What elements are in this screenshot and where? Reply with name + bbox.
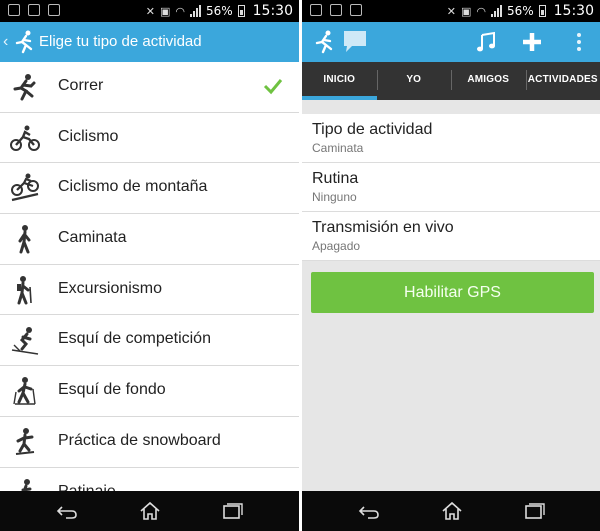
home-nav-icon[interactable] <box>139 501 161 521</box>
setting-value: Caminata <box>312 141 364 155</box>
activity-item-ciclismo[interactable]: Ciclismo <box>0 113 299 164</box>
notification-app-icon <box>8 4 20 16</box>
activity-label: Esquí de fondo <box>58 381 166 399</box>
setting-title: Tipo de actividad <box>312 121 433 138</box>
activity-label: Patinaje <box>58 482 116 492</box>
activity-list: Correr Ciclismo Ciclismo de montaña Cami… <box>0 62 299 491</box>
recents-nav-icon[interactable] <box>524 501 546 521</box>
setting-value: Apagado <box>312 239 361 253</box>
downhill-ski-icon <box>11 327 39 356</box>
check-icon <box>263 79 283 95</box>
home-nav-icon[interactable] <box>441 501 463 521</box>
activity-label: Correr <box>58 77 104 94</box>
tab-amigos[interactable]: AMIGOS <box>451 62 526 100</box>
bluetooth-icon: ✕ <box>446 4 456 18</box>
runner-logo-icon[interactable] <box>314 30 336 54</box>
activity-label: Esquí de competición <box>58 330 211 348</box>
battery-icon <box>237 5 245 17</box>
cross-country-ski-icon <box>13 377 36 405</box>
home-content: Tipo de actividad Caminata Rutina Ningun… <box>302 100 600 491</box>
hiker-icon <box>17 275 32 305</box>
runner-icon <box>13 74 36 101</box>
back-nav-icon[interactable] <box>56 501 78 521</box>
wifi-icon: ◠ <box>175 4 185 18</box>
bluetooth-icon: ✕ <box>145 4 155 18</box>
mountain-bike-icon <box>11 173 39 202</box>
activity-item-practica-de-snowboard[interactable]: Práctica de snowboard <box>0 417 299 468</box>
recents-nav-icon[interactable] <box>222 501 244 521</box>
tab-bar: INICIO YO AMIGOS ACTIVIDADES <box>302 62 600 100</box>
runner-logo-icon[interactable] <box>14 30 36 54</box>
android-nav-bar <box>0 491 299 531</box>
notification-icons <box>310 4 362 16</box>
activity-item-esqui-de-competicion[interactable]: Esquí de competición <box>0 315 299 367</box>
activity-item-caminata[interactable]: Caminata <box>0 214 299 265</box>
activity-item-ciclismo-de-montana[interactable]: Ciclismo de montaña <box>0 163 299 215</box>
skating-icon <box>21 478 32 491</box>
notification-app-icon <box>310 4 322 16</box>
activity-label: Excursionismo <box>58 279 163 297</box>
nfc-icon: ▣ <box>159 4 171 18</box>
spacer <box>302 100 600 114</box>
plus-icon[interactable] <box>521 31 543 53</box>
android-nav-bar <box>302 491 600 531</box>
tab-yo[interactable]: YO <box>376 62 452 100</box>
tab-inicio[interactable]: INICIO <box>302 62 377 100</box>
activity-label: Ciclismo <box>58 127 119 145</box>
clock: 15:30 <box>553 3 594 19</box>
tab-actividades[interactable]: ACTIVIDADES <box>525 62 600 100</box>
overflow-menu-icon[interactable] <box>568 31 590 53</box>
activity-label: Práctica de snowboard <box>58 431 221 449</box>
battery-percent: 56% <box>205 4 233 18</box>
signal-icon <box>490 5 502 17</box>
notification-shield-icon <box>350 4 362 16</box>
setting-routine[interactable]: Rutina Ninguno <box>302 163 600 212</box>
notification-image-icon <box>330 4 342 16</box>
notification-image-icon <box>48 4 60 16</box>
activity-label: Ciclismo de montaña <box>58 178 208 196</box>
cyclist-icon <box>10 125 40 151</box>
setting-title: Rutina <box>312 170 359 187</box>
back-chevron-icon[interactable]: ‹ <box>3 33 8 51</box>
music-note-icon[interactable] <box>475 31 497 53</box>
app-bar <box>302 22 600 62</box>
snowboard-icon <box>15 427 35 455</box>
signal-icon <box>189 5 201 17</box>
page-title: Elige tu tipo de actividad <box>39 33 202 50</box>
setting-title: Transmisión en vivo <box>312 219 454 236</box>
screenshot-root: ✕ ▣ ◠ 56% 15:30 ‹ Elige tu tipo de activ… <box>0 0 600 531</box>
battery-percent: 56% <box>506 4 534 18</box>
status-right: ✕ ▣ ◠ 56% 15:30 <box>447 3 594 19</box>
app-bar: ‹ Elige tu tipo de actividad <box>0 22 299 62</box>
setting-activity-type[interactable]: Tipo de actividad Caminata <box>302 114 600 163</box>
notification-icons <box>8 4 60 16</box>
setting-value: Ninguno <box>312 190 357 204</box>
activity-item-esqui-de-fondo[interactable]: Esquí de fondo <box>0 366 299 417</box>
status-bar: ✕ ▣ ◠ 56% 15:30 <box>302 0 600 22</box>
status-right: ✕ ▣ ◠ 56% 15:30 <box>146 3 293 19</box>
clock: 15:30 <box>252 3 293 19</box>
left-screen: ✕ ▣ ◠ 56% 15:30 ‹ Elige tu tipo de activ… <box>0 0 299 531</box>
activity-item-correr[interactable]: Correr <box>0 62 299 113</box>
nfc-icon: ▣ <box>460 4 472 18</box>
activity-item-patinaje[interactable]: Patinaje <box>0 468 299 492</box>
back-nav-icon[interactable] <box>358 501 380 521</box>
battery-icon <box>538 5 546 17</box>
activity-item-excursionismo[interactable]: Excursionismo <box>0 265 299 316</box>
walker-icon <box>18 225 31 254</box>
wifi-icon: ◠ <box>476 4 486 18</box>
activity-label: Caminata <box>58 229 127 247</box>
chat-bubble-icon[interactable] <box>342 28 368 54</box>
status-bar: ✕ ▣ ◠ 56% 15:30 <box>0 0 299 22</box>
right-screen: ✕ ▣ ◠ 56% 15:30 INICIO YO AMIGOS ACTIVID… <box>302 0 600 531</box>
enable-gps-button[interactable]: Habilitar GPS <box>311 272 594 313</box>
setting-live-broadcast[interactable]: Transmisión en vivo Apagado <box>302 212 600 261</box>
notification-shield-icon <box>28 4 40 16</box>
